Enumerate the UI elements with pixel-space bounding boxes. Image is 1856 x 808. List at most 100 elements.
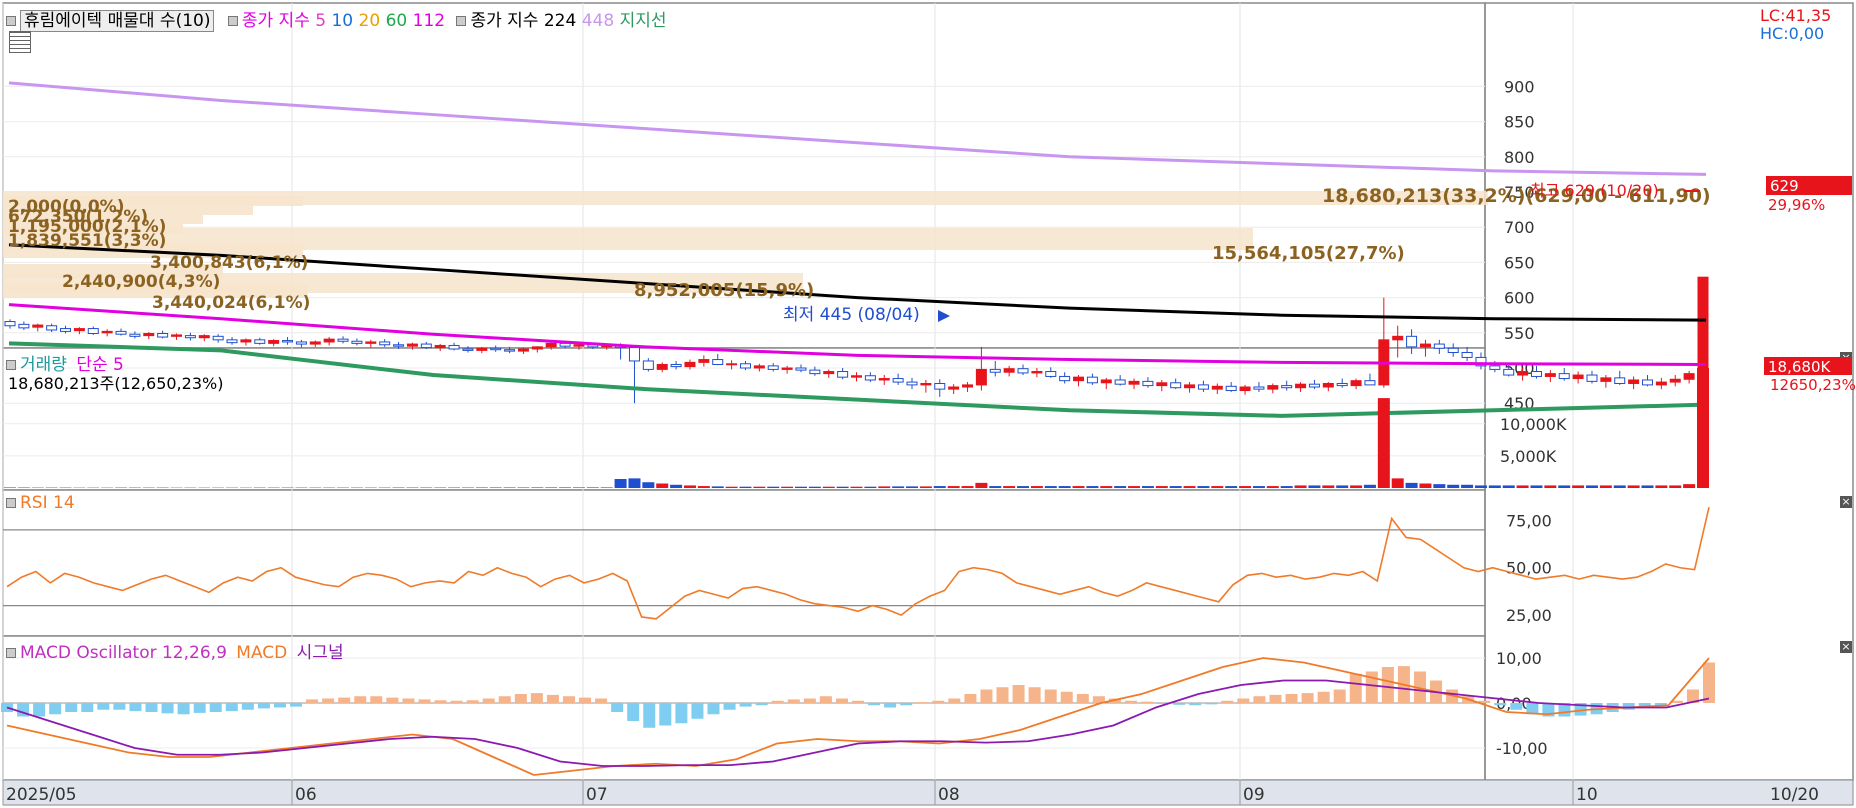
candle-body bbox=[157, 333, 169, 338]
volume-bar bbox=[1530, 485, 1543, 488]
volume-bar bbox=[1433, 484, 1446, 488]
macd-oscillator-bar bbox=[819, 696, 832, 703]
macd-oscillator-bar bbox=[1124, 700, 1137, 703]
macd-oscillator-bar bbox=[562, 696, 575, 703]
vp-mid-label: 15,564,105(27,7%) bbox=[1212, 243, 1405, 264]
volume-bar bbox=[906, 486, 919, 488]
rsi-title: RSI 14 bbox=[20, 493, 75, 513]
macd-oscillator-bar bbox=[386, 697, 399, 703]
macd-oscillator-bar bbox=[257, 703, 270, 709]
candle-body bbox=[448, 344, 460, 350]
volume-bar bbox=[1280, 486, 1293, 488]
vp-aug-label: 8,952,005(15,9%) bbox=[634, 280, 814, 301]
lc-readout: LC:41,35 bbox=[1760, 6, 1832, 25]
rsi-tick-label: 25,00 bbox=[1506, 606, 1552, 625]
macd-oscillator-bar bbox=[402, 698, 415, 703]
volume-bar bbox=[725, 486, 738, 488]
ma-title: 종가 지수 bbox=[241, 11, 310, 31]
hc-readout: HC:0,00 bbox=[1760, 24, 1825, 43]
volume-tick-label: 10,000K bbox=[1500, 415, 1567, 434]
macd-oscillator-bar bbox=[1044, 689, 1057, 703]
macd-tick-label: -10,00 bbox=[1496, 739, 1548, 758]
macd-oscillator-bar bbox=[1189, 703, 1202, 706]
volume-bar bbox=[1363, 484, 1376, 488]
macd-oscillator-bar bbox=[514, 694, 527, 703]
macd-oscillator-bar bbox=[1381, 667, 1394, 703]
macd-oscillator-bar bbox=[241, 703, 254, 710]
macd-oscillator-bar bbox=[97, 703, 110, 710]
candle-body bbox=[1544, 373, 1556, 377]
volume-bar bbox=[1128, 486, 1141, 488]
candle-body bbox=[1295, 383, 1307, 389]
stock-name-button[interactable]: 휴림에이텍 매물대 수(10) bbox=[20, 10, 215, 32]
volume-bar bbox=[1211, 486, 1224, 488]
volume-bar bbox=[1447, 484, 1460, 488]
candle-body bbox=[46, 325, 58, 331]
candle-body bbox=[1572, 374, 1584, 380]
candle-body bbox=[1225, 385, 1237, 392]
candle-body bbox=[1211, 385, 1223, 390]
vp-list-label: 3,400,843(6,1%) bbox=[150, 253, 308, 273]
macd-oscillator-bar bbox=[787, 699, 800, 703]
macd-oscillator-bar bbox=[290, 703, 303, 707]
volume-bar bbox=[850, 486, 863, 488]
candle-body bbox=[517, 348, 529, 352]
high-label: 최고 629 (10/20) bbox=[1530, 181, 1659, 200]
macd-oscillator-bar bbox=[225, 703, 238, 712]
volume-bar bbox=[1502, 485, 1515, 488]
candle-body bbox=[1406, 335, 1418, 348]
macd-label: MACD bbox=[236, 643, 288, 663]
macd-oscillator-bar bbox=[835, 698, 848, 703]
panel-frame bbox=[2, 347, 1486, 491]
volume-bar bbox=[1322, 485, 1335, 488]
volume-bar bbox=[1225, 486, 1238, 488]
candle-body bbox=[226, 339, 238, 344]
volume-bar bbox=[864, 486, 877, 488]
candle-body bbox=[4, 321, 16, 327]
candle-body bbox=[198, 335, 210, 339]
macd-oscillator-bar bbox=[338, 697, 351, 703]
candle-body bbox=[32, 324, 44, 328]
macd-oscillator-bar bbox=[980, 689, 993, 703]
macd-oscillator-bar bbox=[1510, 703, 1523, 710]
vp-list-label: 3,440,024(6,1%) bbox=[152, 293, 310, 313]
volume-bar bbox=[781, 486, 794, 488]
table-toggle-icon[interactable] bbox=[9, 31, 31, 53]
candle-body bbox=[323, 338, 335, 343]
volume-bar bbox=[989, 486, 1002, 488]
macd-oscillator-bar bbox=[1317, 691, 1330, 703]
candle-body bbox=[60, 328, 72, 332]
rsi-close-icon[interactable]: × bbox=[1840, 496, 1852, 508]
volume-bar bbox=[1544, 485, 1557, 488]
price-legend: 휴림에이텍 매물대 수(10) 종가 지수 5 10 20 60 112 종가 … bbox=[6, 6, 667, 32]
candle-body bbox=[1558, 373, 1570, 380]
candle-body bbox=[1045, 371, 1057, 377]
candle-body bbox=[698, 359, 710, 363]
volume-bar bbox=[767, 486, 780, 488]
candle-body bbox=[504, 349, 516, 352]
candle-body bbox=[73, 328, 85, 332]
macd-oscillator-bar bbox=[209, 703, 222, 712]
volume-bar bbox=[475, 487, 488, 488]
macd-close-icon[interactable]: × bbox=[1840, 641, 1852, 653]
candle-body bbox=[143, 333, 155, 337]
candle-body bbox=[1489, 365, 1501, 370]
candle-body bbox=[1433, 343, 1445, 349]
candle-body bbox=[1641, 379, 1653, 386]
macd-oscillator-bar bbox=[707, 703, 720, 715]
stock-chart[interactable]: 2025/05 06 07 08 09 10 10/20450500550600650700… bbox=[0, 0, 1856, 808]
macd-oscillator-bar bbox=[273, 703, 286, 708]
macd-oscillator-bar bbox=[884, 703, 897, 708]
candle-body bbox=[1517, 371, 1529, 376]
volume-bar bbox=[1669, 485, 1682, 488]
candle-body bbox=[337, 338, 349, 342]
price-tick-label: 550 bbox=[1504, 324, 1535, 343]
candle-body bbox=[1086, 376, 1098, 384]
volume-bar bbox=[947, 486, 960, 488]
volume-bar bbox=[1350, 485, 1363, 488]
macd-oscillator-bar bbox=[418, 699, 431, 703]
vp-list-label: 2,440,900(4,3%) bbox=[62, 272, 220, 292]
candle-body bbox=[837, 371, 849, 378]
candle-body bbox=[476, 347, 488, 351]
low-label: 최저 445 (08/04) bbox=[783, 305, 920, 325]
